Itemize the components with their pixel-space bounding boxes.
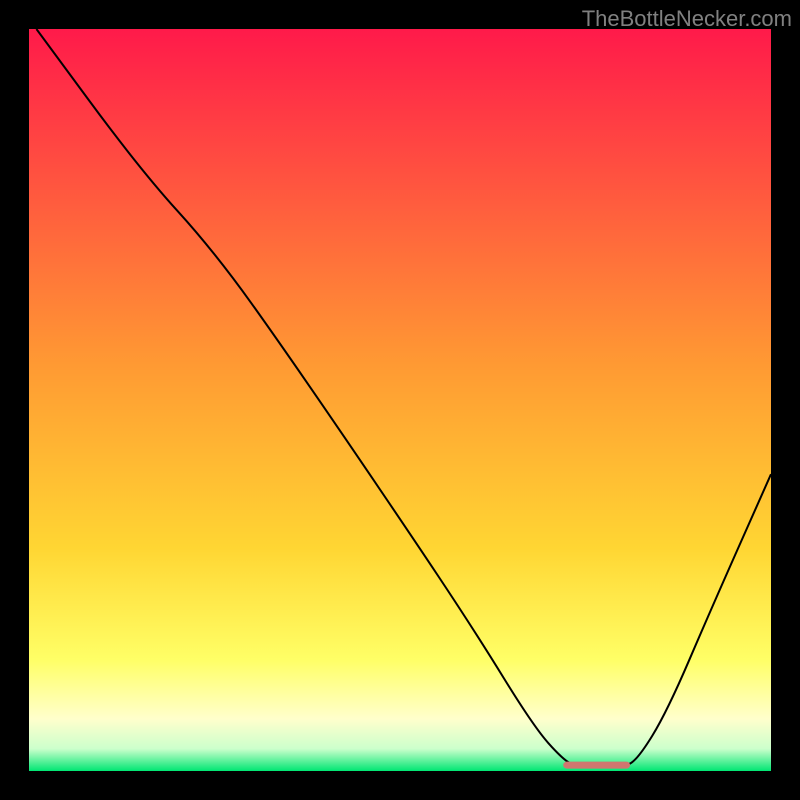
optimal-marker	[563, 762, 630, 769]
bottleneck-chart	[29, 29, 771, 771]
chart-background	[29, 29, 771, 771]
watermark-text: TheBottleNecker.com	[582, 6, 792, 32]
chart-svg	[29, 29, 771, 771]
